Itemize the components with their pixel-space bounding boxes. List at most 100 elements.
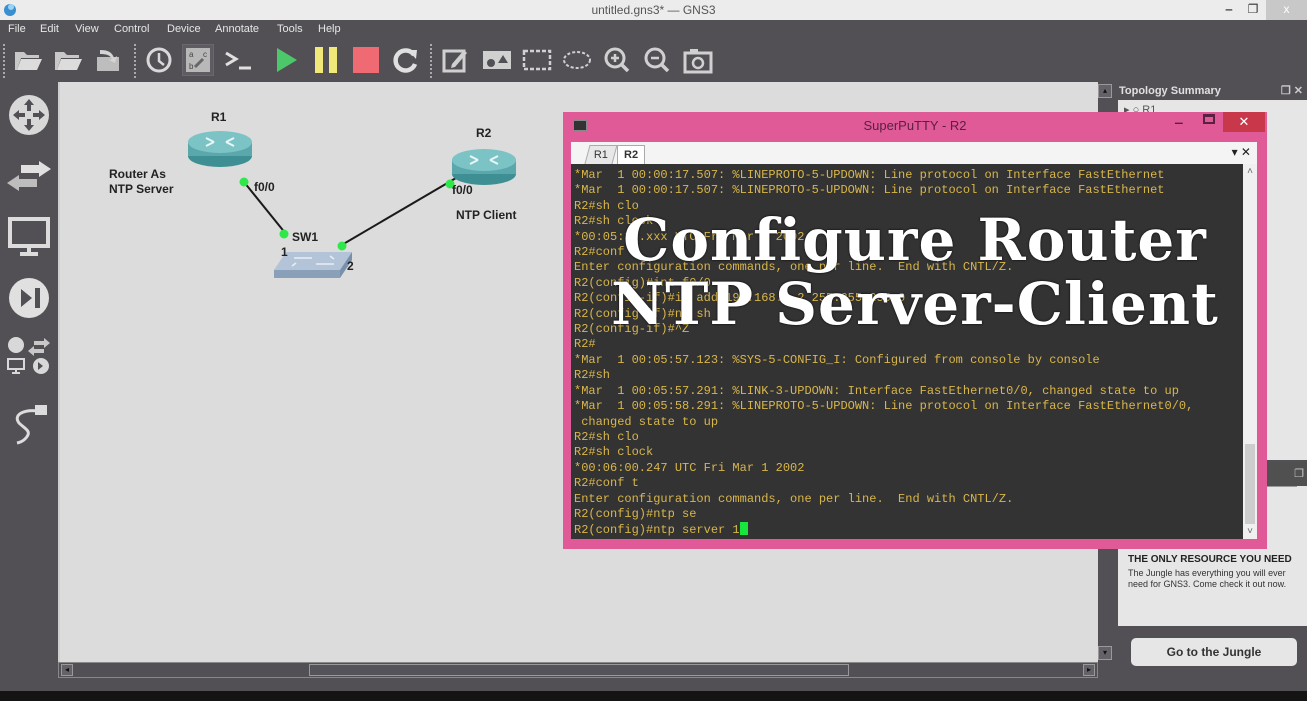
scroll-up-arrow[interactable]: ▴ [1098, 84, 1112, 98]
add-note-button[interactable] [440, 44, 472, 76]
putty-close-button[interactable]: ✕ [1223, 112, 1265, 132]
putty-tab-bar: R1 R2 ▾ ✕ [571, 142, 1257, 164]
open-folder-button[interactable] [52, 44, 84, 76]
terminal-scroll-down[interactable]: ˅ [1243, 526, 1257, 537]
title-bar: untitled.gns3* — GNS3 ‒ ❐ x [0, 0, 1307, 20]
server-note-line1: Router As [109, 167, 166, 181]
port-sw1-2[interactable] [337, 241, 347, 251]
ellipse-icon [563, 51, 591, 69]
terminal-line: R2# [574, 337, 596, 352]
end-device-icon [8, 217, 50, 256]
reload-all-button[interactable] [390, 44, 422, 76]
server-note[interactable]: Router As NTP Server [109, 167, 173, 197]
clock-button[interactable] [143, 44, 175, 76]
save-button[interactable] [92, 44, 124, 76]
zoom-out-icon [644, 47, 670, 73]
r2-port-label: f0/0 [452, 183, 473, 197]
toolbar-separator [430, 44, 432, 78]
horizontal-scroll-thumb[interactable] [309, 664, 849, 676]
add-link-icon [15, 405, 47, 445]
browse-switches-button[interactable] [6, 155, 52, 201]
r1-label: R1 [211, 110, 227, 124]
menu-device[interactable]: Device [167, 23, 201, 35]
console-icon [225, 51, 251, 70]
putty-minimize-button[interactable]: ‒ [1175, 114, 1183, 130]
server-note-line2: NTP Server [109, 182, 174, 196]
menu-help[interactable]: Help [318, 23, 341, 35]
menu-file[interactable]: File [8, 23, 26, 35]
stop-all-button[interactable] [350, 44, 382, 76]
terminal-line: R2#sh [574, 368, 611, 383]
browse-all-devices-button[interactable] [6, 332, 52, 378]
edit-note-icon [442, 49, 467, 73]
zoom-out-button[interactable] [641, 44, 673, 76]
bottom-strip [0, 691, 1307, 701]
minimize-button[interactable]: ‒ [1216, 0, 1242, 20]
tab-controls[interactable]: ▾ ✕ [1232, 145, 1251, 159]
draw-ellipse-button[interactable] [561, 44, 593, 76]
menu-tools[interactable]: Tools [277, 23, 303, 35]
browse-routers-button[interactable] [6, 92, 52, 138]
open-folder-icon [55, 52, 82, 70]
terminal-scroll-up[interactable]: ˄ [1243, 166, 1257, 177]
topology-summary-title: Topology Summary [1119, 85, 1221, 97]
menu-annotate[interactable]: Annotate [215, 23, 259, 35]
gns3-window: untitled.gns3* — GNS3 ‒ ❐ x File Edit Vi… [0, 0, 1307, 701]
scroll-left-arrow[interactable]: ◂ [61, 664, 73, 676]
menu-edit[interactable]: Edit [40, 23, 59, 35]
open-project-button[interactable] [12, 44, 44, 76]
add-link-button[interactable] [6, 400, 52, 446]
draw-rectangle-button[interactable] [521, 44, 553, 76]
terminal-line: Enter configuration commands, one per li… [574, 491, 1014, 506]
dock-panel-controls[interactable]: ❐ ✕ [1281, 84, 1303, 97]
go-to-jungle-button[interactable]: Go to the Jungle [1131, 638, 1297, 666]
toolbar-separator [3, 44, 5, 78]
menu-control[interactable]: Control [114, 23, 149, 35]
client-note[interactable]: NTP Client [456, 208, 516, 223]
close-button[interactable]: x [1266, 0, 1307, 20]
screenshot-button[interactable] [682, 44, 714, 76]
router-r2[interactable] [452, 149, 516, 185]
start-all-button[interactable] [270, 44, 302, 76]
canvas-horizontal-scrollbar[interactable]: ◂ ▸ [58, 662, 1098, 678]
zoom-in-button[interactable] [601, 44, 633, 76]
toolbar-separator [134, 44, 136, 78]
tab-r1[interactable]: R1 [584, 145, 618, 164]
router-icon [9, 95, 49, 135]
putty-maximize-button[interactable] [1203, 114, 1215, 124]
security-device-icon [9, 278, 49, 318]
screenshot-icon [683, 49, 713, 74]
terminal-line: *00:06:00.247 UTC Fri Mar 1 2002 [574, 460, 805, 475]
terminal-scroll-thumb[interactable] [1245, 444, 1255, 524]
r2-label: R2 [476, 126, 492, 140]
port-r1-f0-0[interactable] [239, 177, 249, 187]
video-title-overlay: Configure Router NTP Server-Client [575, 208, 1255, 336]
console-all-button[interactable] [222, 44, 254, 76]
suspend-all-button[interactable] [310, 44, 342, 76]
rectangle-icon [522, 49, 552, 71]
tab-r2[interactable]: R2 [617, 145, 646, 164]
switch-icon [7, 161, 51, 191]
sw1-label: SW1 [292, 230, 319, 244]
browse-end-devices-button[interactable] [6, 214, 52, 260]
second-panel-header: ❐ [1270, 462, 1307, 486]
topology-summary-header: Topology Summary ❐ ✕ [1114, 82, 1307, 100]
insert-picture-button[interactable] [481, 44, 513, 76]
reload-icon [393, 48, 418, 73]
terminal-line: R2(config)#ntp server 1 [574, 522, 1243, 538]
scroll-down-arrow[interactable]: ▾ [1098, 646, 1112, 660]
start-icon [277, 48, 297, 72]
float-panel-icon[interactable]: ❐ [1294, 467, 1304, 480]
scroll-right-arrow[interactable]: ▸ [1083, 664, 1095, 676]
link-sw1-r2[interactable] [339, 177, 457, 247]
maximize-button[interactable]: ❐ [1240, 0, 1266, 20]
show-labels-button[interactable]: acb [182, 44, 214, 76]
port-sw1-1[interactable] [279, 229, 289, 239]
router-r1[interactable] [188, 131, 252, 167]
clock-icon [146, 47, 172, 73]
browse-security-devices-button[interactable] [6, 275, 52, 321]
terminal-line: *Mar 1 00:05:57.123: %SYS-5-CONFIG_I: Co… [574, 352, 1100, 367]
menu-view[interactable]: View [75, 23, 99, 35]
terminal-line: *Mar 1 00:00:17.507: %LINEPROTO-5-UPDOWN… [574, 183, 1165, 198]
terminal-line: changed state to up [574, 414, 719, 429]
